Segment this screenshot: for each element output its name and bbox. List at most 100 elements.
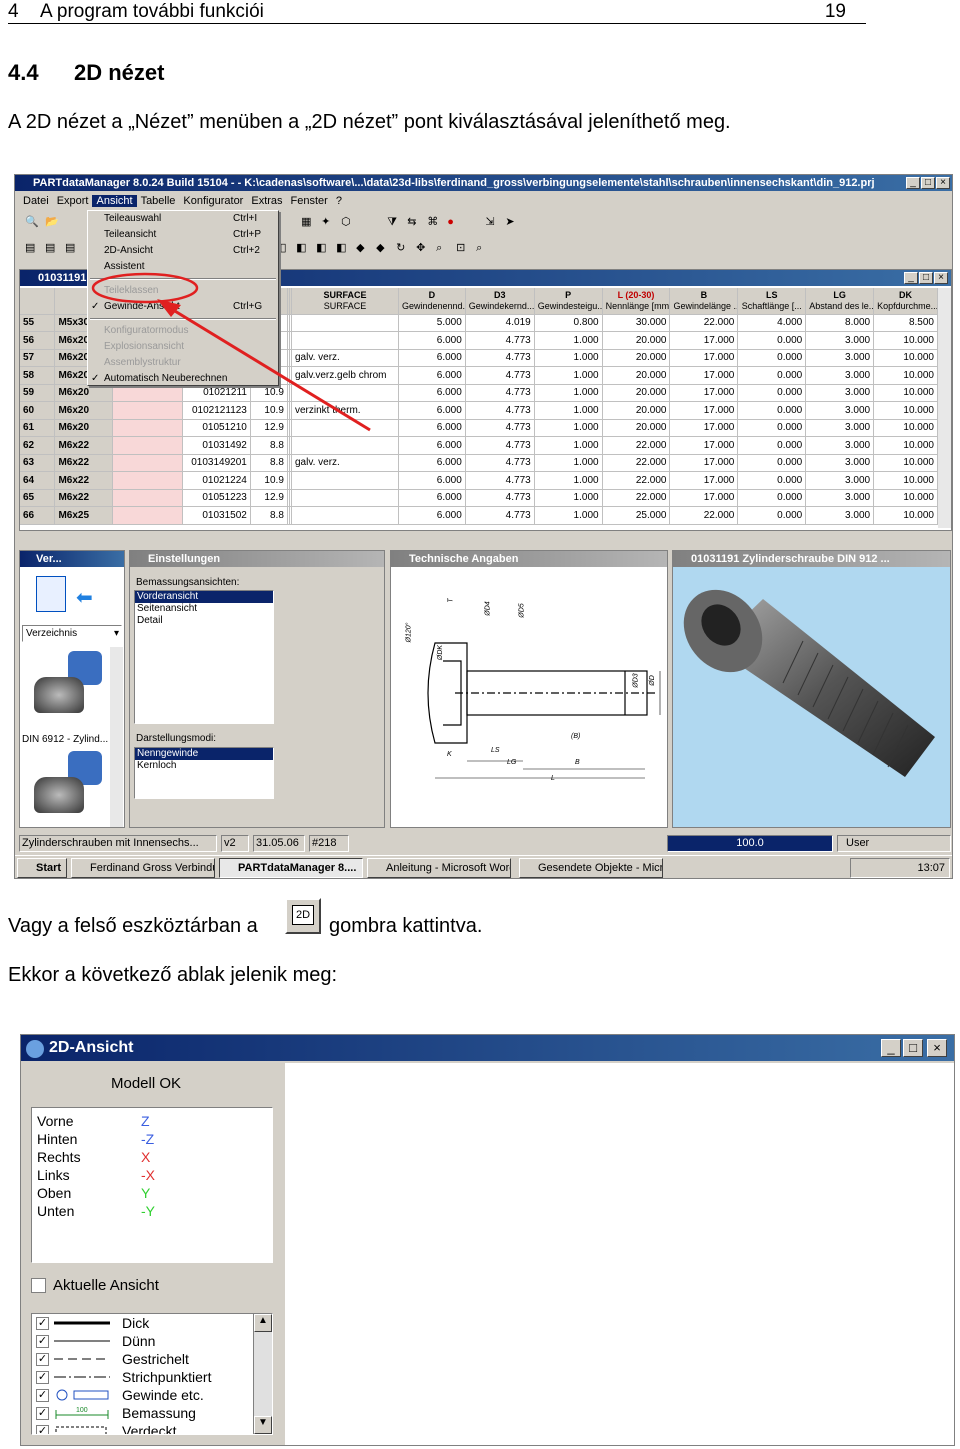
- table-row[interactable]: 66 M6x25 01031502 8.8 6.000 4.773 1.000 25.000 2…: [20, 506, 938, 525]
- darstellung-option[interactable]: Nenngewinde: [135, 748, 273, 760]
- view-direction-item[interactable]: Unten -Y: [37, 1202, 272, 1220]
- taskbar-item[interactable]: Anleitung - Microsoft Word: [367, 858, 511, 878]
- zoom-icon[interactable]: ⌕: [435, 241, 453, 259]
- wand-icon[interactable]: ✦: [320, 214, 338, 232]
- move-icon[interactable]: ✥: [415, 240, 433, 258]
- taskbar-item[interactable]: PARTdataManager 8....: [219, 858, 363, 878]
- view-direction-item[interactable]: Rechts X: [37, 1148, 272, 1166]
- table-icon[interactable]: ▦: [300, 214, 318, 232]
- view-direction-list[interactable]: Vorne Z Hinten -Z Rechts X Links -X Oben Y Unten -Y: [31, 1107, 273, 1263]
- darstellung-list[interactable]: Nenngewinde Kernloch: [134, 747, 274, 799]
- checked-checkbox[interactable]: ✓: [36, 1425, 49, 1434]
- table-row[interactable]: 64 M6x22 01021224 10.9 6.000 4.773 1.000 22.000…: [20, 471, 938, 490]
- 2d-drawing-area[interactable]: [285, 1063, 954, 1445]
- bemassung-option[interactable]: Vorderansicht: [135, 591, 273, 603]
- column-header[interactable]: DK Kopfdurchme...: [873, 288, 938, 315]
- menu-2[interactable]: Ansicht: [92, 195, 137, 207]
- view4-icon[interactable]: ◧: [335, 240, 353, 258]
- verzeichnis-scrollbar[interactable]: [110, 647, 123, 827]
- line-list-scrollbar[interactable]: ▲ ▼: [253, 1314, 272, 1434]
- view-direction-item[interactable]: Links -X: [37, 1166, 272, 1184]
- menu-0[interactable]: Datei: [19, 195, 53, 207]
- menu-7[interactable]: ?: [332, 195, 346, 207]
- dialog-minimize-button[interactable]: _: [881, 1039, 901, 1057]
- tree-view-icon[interactable]: [36, 576, 66, 612]
- start-button[interactable]: Start: [17, 858, 67, 878]
- bemassung-list[interactable]: Vorderansicht Seitenansicht Detail: [134, 590, 274, 724]
- minimize-button[interactable]: _: [906, 177, 920, 189]
- line-style-item[interactable]: ✓ Strichpunktiert: [32, 1368, 272, 1386]
- checked-checkbox[interactable]: ✓: [36, 1335, 49, 1348]
- zoom-box-icon[interactable]: ⊡: [455, 240, 473, 258]
- view2-icon[interactable]: ◧: [295, 240, 313, 258]
- menu-item-2[interactable]: 2D-Ansicht Ctrl+2: [88, 243, 278, 259]
- view3-icon[interactable]: ◧: [315, 240, 333, 258]
- view-direction-item[interactable]: Vorne Z: [37, 1112, 272, 1130]
- darstellung-option[interactable]: Kernloch: [135, 760, 273, 772]
- thumbnail-1[interactable]: [24, 647, 104, 735]
- traffic-light-icon[interactable]: ●: [446, 215, 464, 233]
- layer-icon[interactable]: ▤: [24, 240, 42, 258]
- line-style-item[interactable]: ✓ Verdeckt: [32, 1422, 272, 1434]
- line-style-item[interactable]: ✓ Dick: [32, 1314, 272, 1332]
- zoom-fit-icon[interactable]: ⌕: [475, 241, 493, 259]
- arrow-left-icon[interactable]: ⬅: [76, 585, 93, 610]
- thumbnail-2[interactable]: [24, 749, 104, 825]
- column-header[interactable]: D3 Gewindekernd...: [465, 288, 535, 315]
- column-header[interactable]: LG Abstand des le...: [805, 288, 875, 315]
- table-maximize-button[interactable]: □: [919, 272, 933, 284]
- view-direction-item[interactable]: Oben Y: [37, 1184, 272, 1202]
- tree-icon[interactable]: ⌘: [426, 214, 444, 232]
- line-style-item[interactable]: ✓ 100 Bemassung: [32, 1404, 272, 1422]
- binoculars-icon[interactable]: 🔍: [24, 214, 42, 232]
- table-row[interactable]: 65 M6x22 01051223 12.9 6.000 4.773 1.000 22.000…: [20, 489, 938, 507]
- column-header[interactable]: D Gewindenennd...: [398, 288, 466, 315]
- taskbar-item[interactable]: Gesendete Objekte - Micro...: [519, 858, 663, 878]
- maximize-button[interactable]: □: [921, 177, 935, 189]
- menu-3[interactable]: Tabelle: [137, 195, 180, 207]
- line-style-item[interactable]: ✓ Gestrichelt: [32, 1350, 272, 1368]
- menu-item-0[interactable]: Teileauswahl Ctrl+I: [88, 211, 278, 227]
- table-row[interactable]: 63 M6x22 0103149201 8.8 galv. verz. 6.000 4.77…: [20, 454, 938, 472]
- menu-4[interactable]: Konfigurator: [179, 195, 247, 207]
- export-icon[interactable]: ⇲: [484, 214, 502, 232]
- column-header[interactable]: P Gewindesteigu...: [534, 288, 603, 315]
- line-style-item[interactable]: ✓ Dünn: [32, 1332, 272, 1350]
- menu-5[interactable]: Extras: [247, 195, 286, 207]
- menu-6[interactable]: Fenster: [287, 195, 332, 207]
- checked-checkbox[interactable]: ✓: [36, 1389, 49, 1402]
- filter-icon[interactable]: ⧩: [386, 215, 404, 233]
- line-style-item[interactable]: ✓ Gewinde etc.: [32, 1386, 272, 1404]
- table-minimize-button[interactable]: _: [904, 272, 918, 284]
- send-icon[interactable]: ➤: [504, 214, 522, 232]
- view6-icon[interactable]: ◆: [375, 240, 393, 258]
- dialog-maximize-button[interactable]: □: [903, 1039, 923, 1057]
- view5-icon[interactable]: ◆: [355, 240, 373, 258]
- verzeichnis-combo[interactable]: Verzeichnis ▾: [22, 625, 122, 642]
- checked-checkbox[interactable]: ✓: [36, 1317, 49, 1330]
- checked-checkbox[interactable]: ✓: [36, 1371, 49, 1384]
- menu-1[interactable]: Export: [53, 195, 93, 207]
- table-scrollbar[interactable]: [938, 288, 951, 528]
- menu-item-1[interactable]: Teileansicht Ctrl+P: [88, 227, 278, 243]
- open-icon[interactable]: 📂: [44, 214, 62, 232]
- checked-checkbox[interactable]: ✓: [36, 1353, 49, 1366]
- rotate-icon[interactable]: ↻: [395, 240, 413, 258]
- layer3-icon[interactable]: ▤: [64, 240, 82, 258]
- column-header[interactable]: B Gewindelänge ...: [669, 288, 739, 315]
- aktuelle-ansicht-checkbox[interactable]: [31, 1278, 46, 1293]
- table-row[interactable]: 62 M6x22 01031492 8.8 6.000 4.773 1.000 22.000 1…: [20, 436, 938, 455]
- checked-checkbox[interactable]: ✓: [36, 1407, 49, 1420]
- dialog-close-button[interactable]: ×: [927, 1039, 947, 1057]
- line-style-list[interactable]: ✓ Dick ✓ Dünn ✓ Gestrichelt ✓ Strichpunktiert ✓ G…: [31, 1313, 273, 1435]
- column-header[interactable]: L (20-30) Nennlänge [mm: [602, 288, 671, 315]
- bemassung-option[interactable]: Detail: [135, 615, 273, 627]
- taskbar-item[interactable]: Ferdinand Gross Verbindu...: [71, 858, 215, 878]
- bemassung-option[interactable]: Seitenansicht: [135, 603, 273, 615]
- column-header[interactable]: LS Schaftlänge [...: [737, 288, 807, 315]
- 2d-button-icon[interactable]: 2D: [285, 898, 321, 934]
- view-direction-item[interactable]: Hinten -Z: [37, 1130, 272, 1148]
- layer2-icon[interactable]: ▤: [44, 240, 62, 258]
- stop-icon[interactable]: ⬡: [340, 214, 358, 232]
- table-close-button[interactable]: ×: [934, 272, 948, 284]
